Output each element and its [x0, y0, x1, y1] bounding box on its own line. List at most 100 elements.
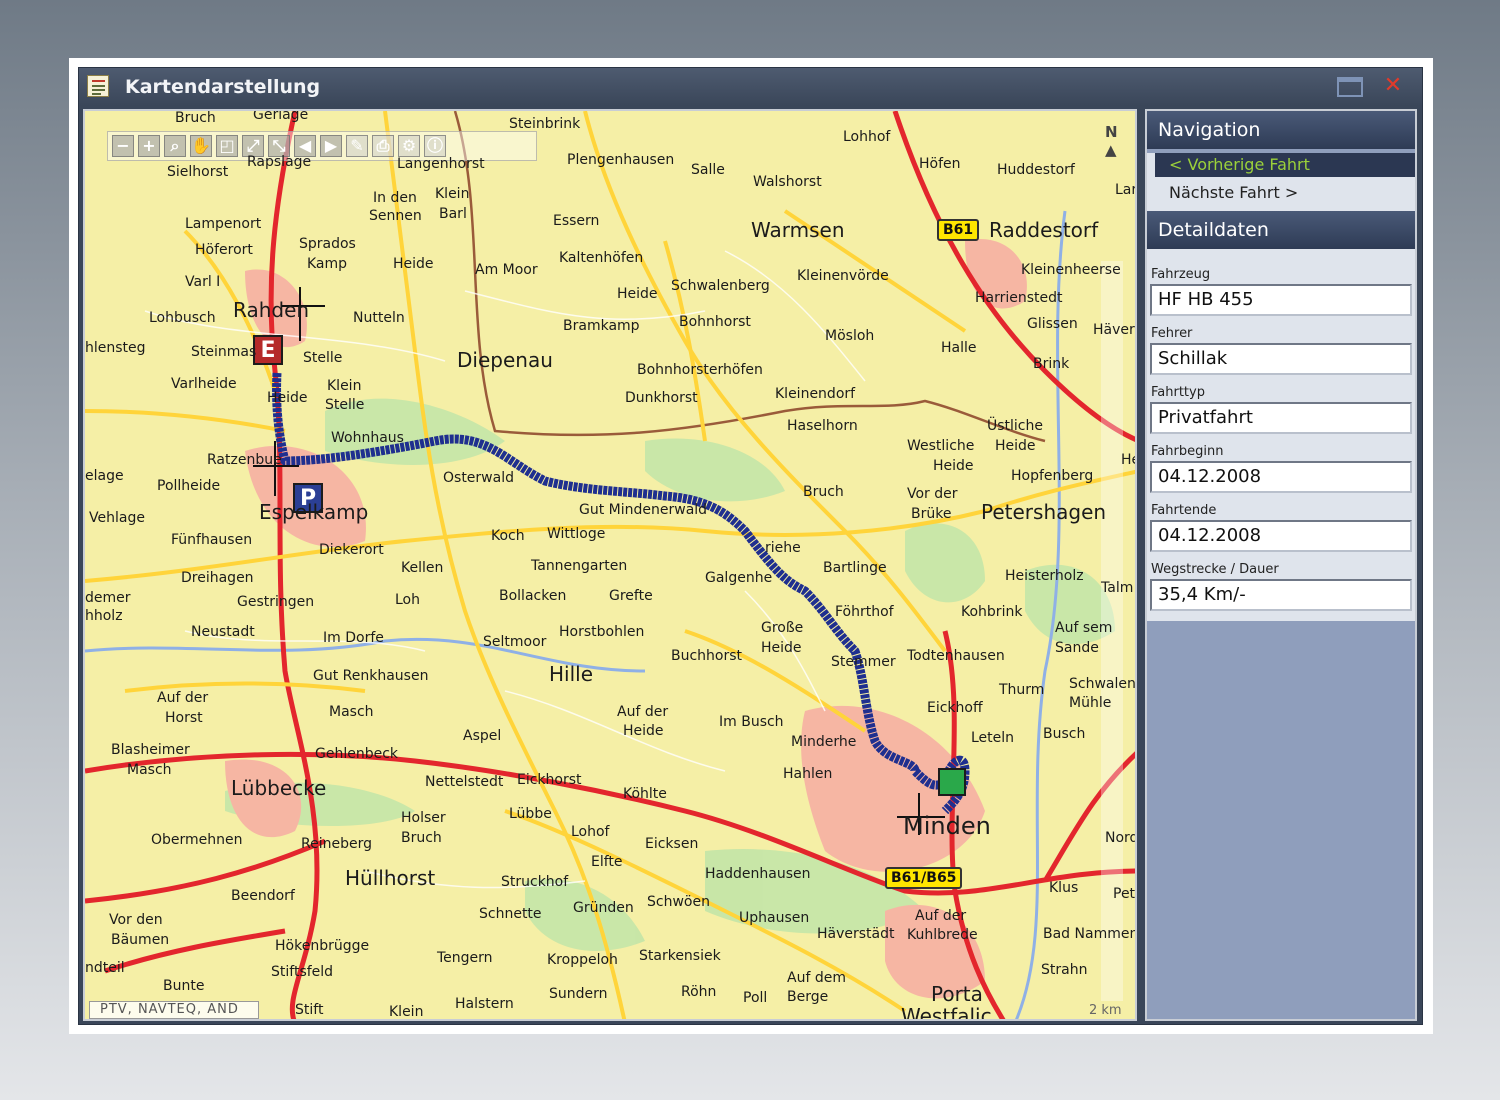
- vehicle-label: Fahrzeug: [1151, 267, 1211, 282]
- previous-trip-link[interactable]: < Vorherige Fahrt: [1155, 153, 1415, 177]
- place-label: Stemmer: [831, 654, 896, 670]
- start-marker[interactable]: E: [253, 335, 283, 365]
- place-label: Bollacken: [499, 588, 567, 604]
- place-label: Dreihagen: [181, 570, 254, 586]
- place-label: Kleinenvörde: [797, 268, 889, 284]
- place-label: Nord: [1105, 830, 1137, 846]
- place-label: Minden: [903, 812, 991, 840]
- place-label: Rahden: [233, 298, 310, 322]
- place-label: Röhn: [681, 984, 717, 1000]
- print-icon[interactable]: ⎙: [372, 135, 394, 157]
- place-label: Seltmoor: [483, 634, 547, 650]
- vehicle-field[interactable]: HF HB 455: [1150, 284, 1412, 316]
- place-label: Stift: [295, 1002, 324, 1018]
- place-label: Gut Mindenerwald: [579, 502, 708, 518]
- place-label: Stelle: [303, 350, 343, 366]
- place-label: Westfalic: [901, 1004, 992, 1021]
- settings-icon[interactable]: ⚙: [398, 135, 420, 157]
- place-label: Obermehnen: [151, 832, 243, 848]
- place-label: Lohof: [571, 824, 610, 840]
- zoom-box-icon[interactable]: ◰: [216, 135, 238, 157]
- info-icon[interactable]: ⓘ: [424, 135, 446, 157]
- zoom-out-icon[interactable]: −: [112, 135, 134, 157]
- maximize-button[interactable]: [1337, 77, 1363, 97]
- trip-end-field[interactable]: 04.12.2008: [1150, 520, 1412, 552]
- place-label: Elfte: [591, 854, 623, 870]
- details-header: Detaildaten: [1147, 211, 1415, 249]
- place-label: In den: [373, 190, 417, 206]
- place-label: Geriage: [253, 109, 309, 123]
- place-label: Horstbohlen: [559, 624, 645, 640]
- place-label: Hopfenberg: [1011, 468, 1094, 484]
- screenshot-frame: Kartendarstellung ✕ − + ⌕ ✋ ◰ ⤢ ⤡ ◀ ▶ ✎ …: [69, 58, 1433, 1034]
- place-label: Berge: [787, 989, 829, 1005]
- place-label: Loh: [395, 592, 420, 608]
- place-label: Thurm: [999, 682, 1045, 698]
- place-label: Auf der: [915, 908, 967, 924]
- window-title: Kartendarstellung: [125, 76, 321, 98]
- place-label: Lohhof: [843, 129, 891, 145]
- place-label: Höferort: [195, 242, 253, 258]
- place-label: Starkensiek: [639, 948, 721, 964]
- place-label: Buchhorst: [671, 648, 743, 664]
- place-label: Sande: [1055, 640, 1099, 656]
- place-label: Halstern: [455, 996, 514, 1012]
- place-label: Köhlte: [623, 786, 667, 802]
- place-label: Wittloge: [547, 526, 606, 542]
- place-label: Bunte: [163, 978, 205, 994]
- place-label: Beendorf: [231, 888, 295, 904]
- place-label: Huddestorf: [997, 162, 1075, 178]
- measure-icon[interactable]: ✎: [346, 135, 368, 157]
- place-label: Kamp: [307, 256, 348, 272]
- place-label: Wohnhaus: [331, 430, 404, 446]
- title-bar[interactable]: Kartendarstellung ✕: [79, 68, 1422, 106]
- place-label: Struckhof: [501, 874, 569, 890]
- zoom-in-icon[interactable]: +: [138, 135, 160, 157]
- place-label: Stelle: [325, 397, 365, 413]
- place-label: Brink: [1033, 356, 1070, 372]
- place-label: Im Busch: [719, 714, 784, 730]
- place-label: Nettelstedt: [425, 774, 504, 790]
- place-label: Brüke: [911, 506, 952, 522]
- place-label: Heide: [995, 438, 1036, 454]
- place-label: Kleinenheerse: [1021, 262, 1121, 278]
- place-label: Vor der: [907, 486, 958, 502]
- trip-type-field[interactable]: Privatfahrt: [1150, 402, 1412, 434]
- trip-start-field[interactable]: 04.12.2008: [1150, 461, 1412, 493]
- place-label: Mösloh: [825, 328, 875, 344]
- place-label: Mühle: [1069, 695, 1112, 711]
- place-label: Heide: [623, 723, 664, 739]
- place-label: Lohbusch: [149, 310, 216, 326]
- place-label: Eickhoff: [927, 700, 983, 716]
- place-label: Westliche: [907, 438, 975, 454]
- place-label: Lübbecke: [231, 776, 327, 800]
- place-label: Heide: [267, 390, 308, 406]
- place-label: Haddenhausen: [705, 866, 811, 882]
- place-label: Klus: [1049, 880, 1079, 896]
- place-label: Reineberg: [301, 836, 372, 852]
- place-label: Tannengarten: [531, 558, 628, 574]
- place-label: Masch: [127, 762, 172, 778]
- next-trip-link[interactable]: Nächste Fahrt >: [1147, 177, 1415, 209]
- place-label: Kroppeloh: [547, 952, 618, 968]
- driver-field[interactable]: Schillak: [1150, 343, 1412, 375]
- distance-duration-label: Wegstrecke / Dauer: [1151, 562, 1279, 577]
- pan-hand-icon[interactable]: ✋: [190, 135, 212, 157]
- place-label: Gestringen: [237, 594, 315, 610]
- place-label: Aspel: [463, 728, 502, 744]
- place-label: Hüllhorst: [345, 866, 436, 890]
- close-button[interactable]: ✕: [1381, 74, 1405, 98]
- distance-duration-field[interactable]: 35,4 Km/-: [1150, 579, 1412, 611]
- place-label: Bohnhorst: [679, 314, 751, 330]
- place-label: Bruch: [401, 830, 442, 846]
- magnifier-icon[interactable]: ⌕: [164, 135, 186, 157]
- place-label: Heide: [761, 640, 802, 656]
- details-form: Fahrzeug HF HB 455 Fehrer Schillak Fahrt…: [1147, 249, 1415, 621]
- forward-icon[interactable]: ▶: [320, 135, 342, 157]
- place-label: He: [1121, 452, 1135, 468]
- map-view[interactable]: − + ⌕ ✋ ◰ ⤢ ⤡ ◀ ▶ ✎ ⎙ ⚙ ⓘ N ▲ PTV, NAVTEQ…: [83, 109, 1137, 1021]
- place-label: Rapslage: [247, 154, 312, 170]
- place-label: Talm: [1101, 580, 1134, 596]
- place-label: Sielhorst: [167, 164, 229, 180]
- place-label: Klein: [327, 378, 362, 394]
